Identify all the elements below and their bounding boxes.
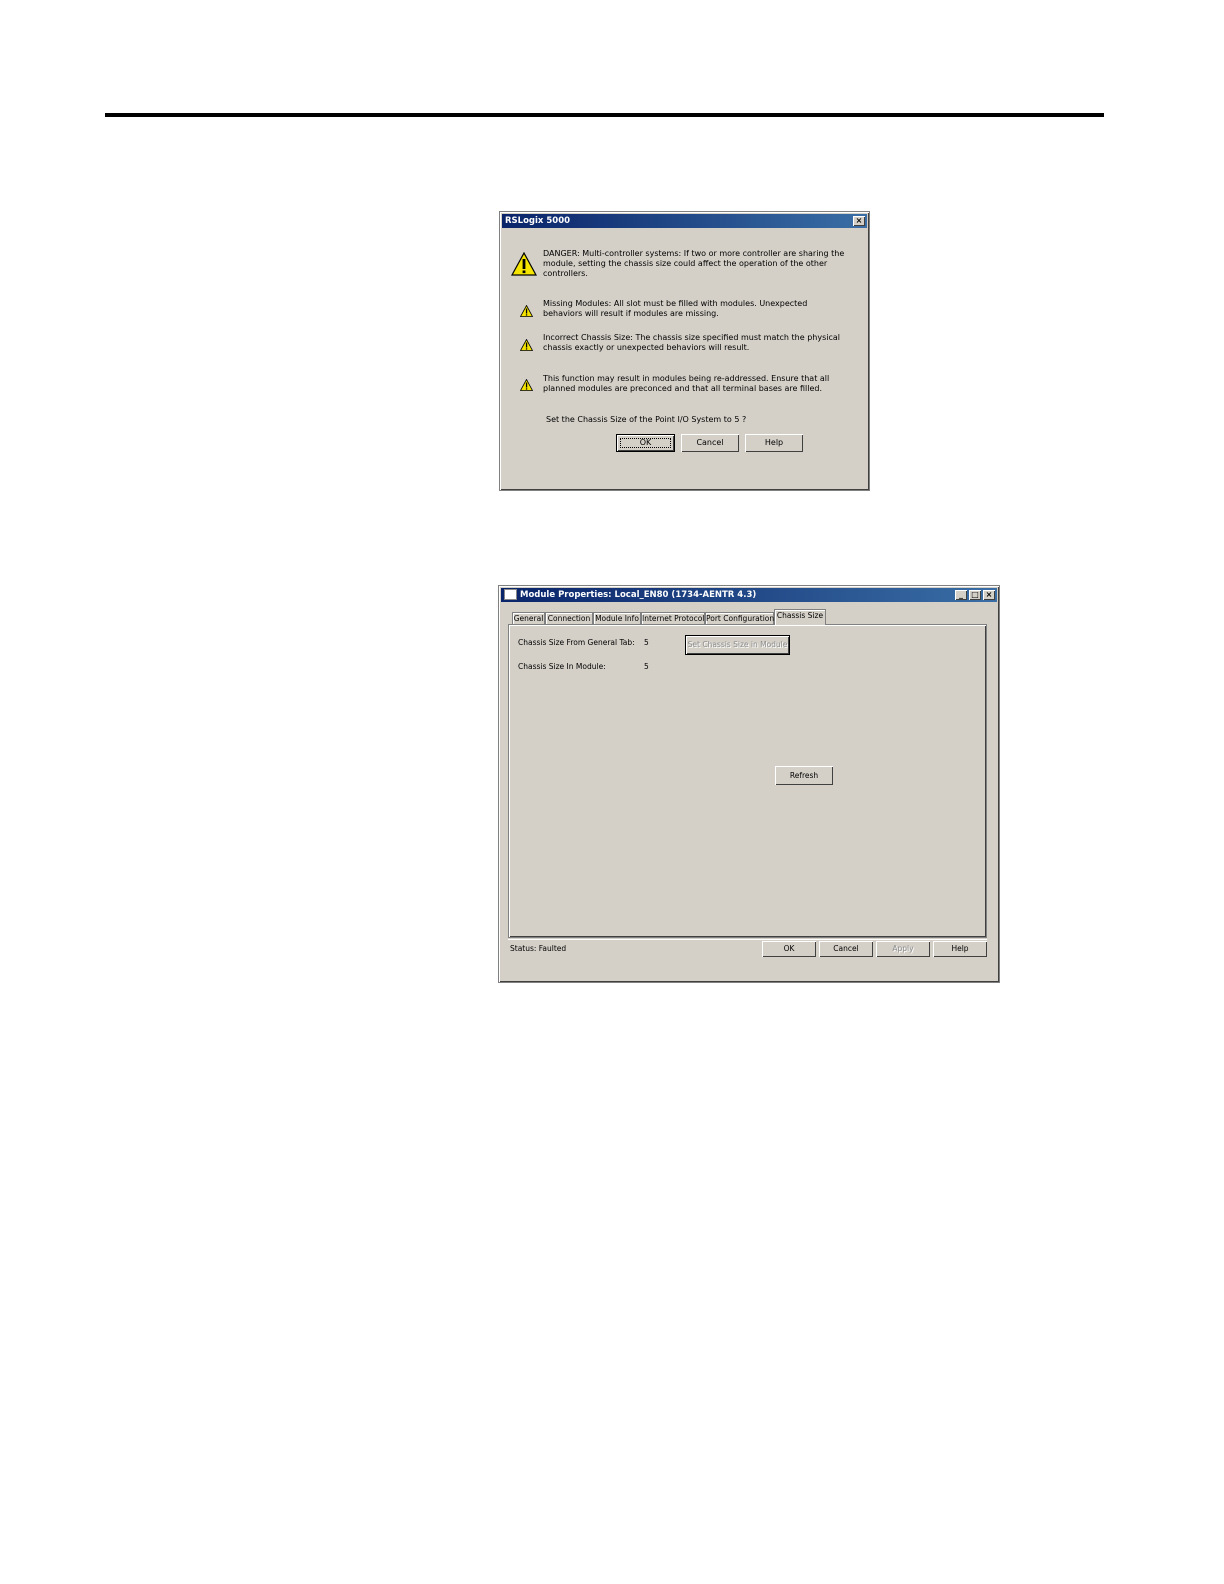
status-separator	[508, 939, 987, 940]
warning-icon	[520, 305, 533, 317]
dialog-title: RSLogix 5000	[505, 216, 571, 226]
danger-message: DANGER: Multi-controller systems: If two…	[543, 249, 845, 278]
tab-module-info[interactable]: Module Info	[593, 612, 641, 624]
tab-chassis-size[interactable]: Chassis Size	[774, 609, 826, 625]
readdress-message: This function may result in modules bein…	[543, 374, 830, 393]
dialog-titlebar: RSLogix 5000 ×	[502, 214, 867, 228]
missing-modules-message: Missing Modules: All slot must be filled…	[543, 299, 808, 318]
general-tab-size-value: 5	[644, 638, 649, 647]
status-text: Status: Faulted	[510, 944, 567, 953]
set-chassis-size-button[interactable]: Set Chassis Size in Module	[685, 635, 790, 655]
chassis-size-message: Incorrect Chassis Size: The chassis size…	[543, 333, 840, 352]
window-title: Module Properties: Local_EN80 (1734-AENT…	[520, 590, 757, 600]
module-properties-window: Module Properties: Local_EN80 (1734-AENT…	[498, 585, 1000, 983]
close-icon[interactable]: ×	[983, 590, 995, 600]
page-top-rule	[105, 113, 1104, 117]
tab-general[interactable]: General	[512, 612, 545, 624]
tab-connection[interactable]: Connection	[545, 612, 593, 624]
window-titlebar: Module Properties: Local_EN80 (1734-AENT…	[501, 588, 997, 602]
module-size-value: 5	[644, 662, 649, 671]
general-tab-size-label: Chassis Size From General Tab:	[518, 638, 635, 647]
ok-button[interactable]: OK	[762, 941, 816, 957]
window-app-icon	[504, 589, 517, 600]
ok-button[interactable]: OK	[616, 434, 675, 452]
warning-icon-large	[511, 252, 537, 276]
apply-button[interactable]: Apply	[876, 941, 930, 957]
warning-icon	[520, 379, 533, 391]
rslogix-confirm-dialog: RSLogix 5000 × DANGER: Multi-controller …	[499, 211, 870, 491]
focus-rect	[620, 438, 671, 448]
cancel-button[interactable]: Cancel	[819, 941, 873, 957]
chassis-size-panel: Chassis Size From General Tab: 5 Chassis…	[508, 624, 987, 938]
help-button[interactable]: Help	[933, 941, 987, 957]
maximize-icon[interactable]: □	[969, 590, 981, 600]
close-icon[interactable]: ×	[853, 216, 865, 226]
warning-icon	[520, 339, 533, 351]
minimize-icon[interactable]: _	[955, 590, 967, 600]
tab-port-configuration[interactable]: Port Configuration	[705, 612, 774, 624]
module-size-label: Chassis Size In Module:	[518, 662, 606, 671]
tab-internet-protocol[interactable]: Internet Protocol	[641, 612, 705, 624]
refresh-button[interactable]: Refresh	[775, 766, 833, 785]
cancel-button[interactable]: Cancel	[681, 434, 739, 452]
confirm-question: Set the Chassis Size of the Point I/O Sy…	[546, 415, 747, 424]
help-button[interactable]: Help	[745, 434, 803, 452]
